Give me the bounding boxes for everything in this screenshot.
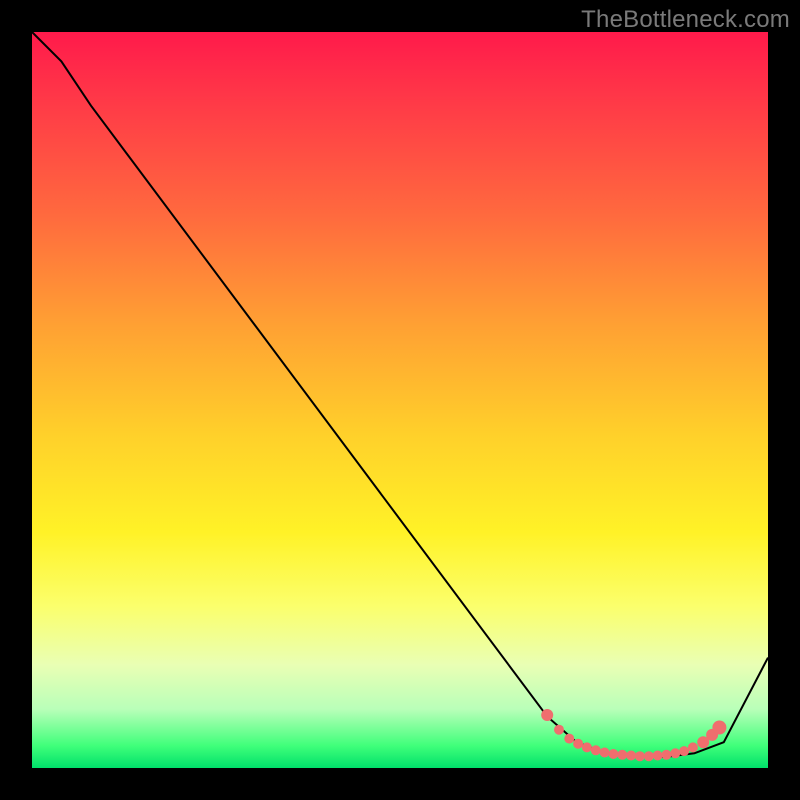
marker-group	[541, 709, 726, 761]
marker-dot	[591, 745, 601, 755]
plot-area	[32, 32, 768, 768]
marker-dot	[688, 742, 698, 752]
marker-dot	[554, 725, 564, 735]
marker-dot	[644, 751, 654, 761]
marker-dot	[653, 751, 663, 761]
bottleneck-curve	[32, 32, 768, 757]
marker-dot	[600, 748, 610, 758]
watermark-text: TheBottleneck.com	[581, 6, 790, 34]
marker-dot	[582, 742, 592, 752]
marker-dot	[564, 734, 574, 744]
chart-svg	[32, 32, 768, 768]
marker-dot	[679, 746, 689, 756]
marker-dot	[573, 739, 583, 749]
chart-frame: TheBottleneck.com	[0, 0, 800, 800]
marker-dot	[541, 709, 553, 721]
marker-dot	[670, 748, 680, 758]
marker-dot	[661, 750, 671, 760]
marker-dot	[617, 750, 627, 760]
marker-dot	[635, 751, 645, 761]
marker-dot	[626, 751, 636, 761]
marker-dot	[712, 721, 726, 735]
marker-dot	[608, 749, 618, 759]
